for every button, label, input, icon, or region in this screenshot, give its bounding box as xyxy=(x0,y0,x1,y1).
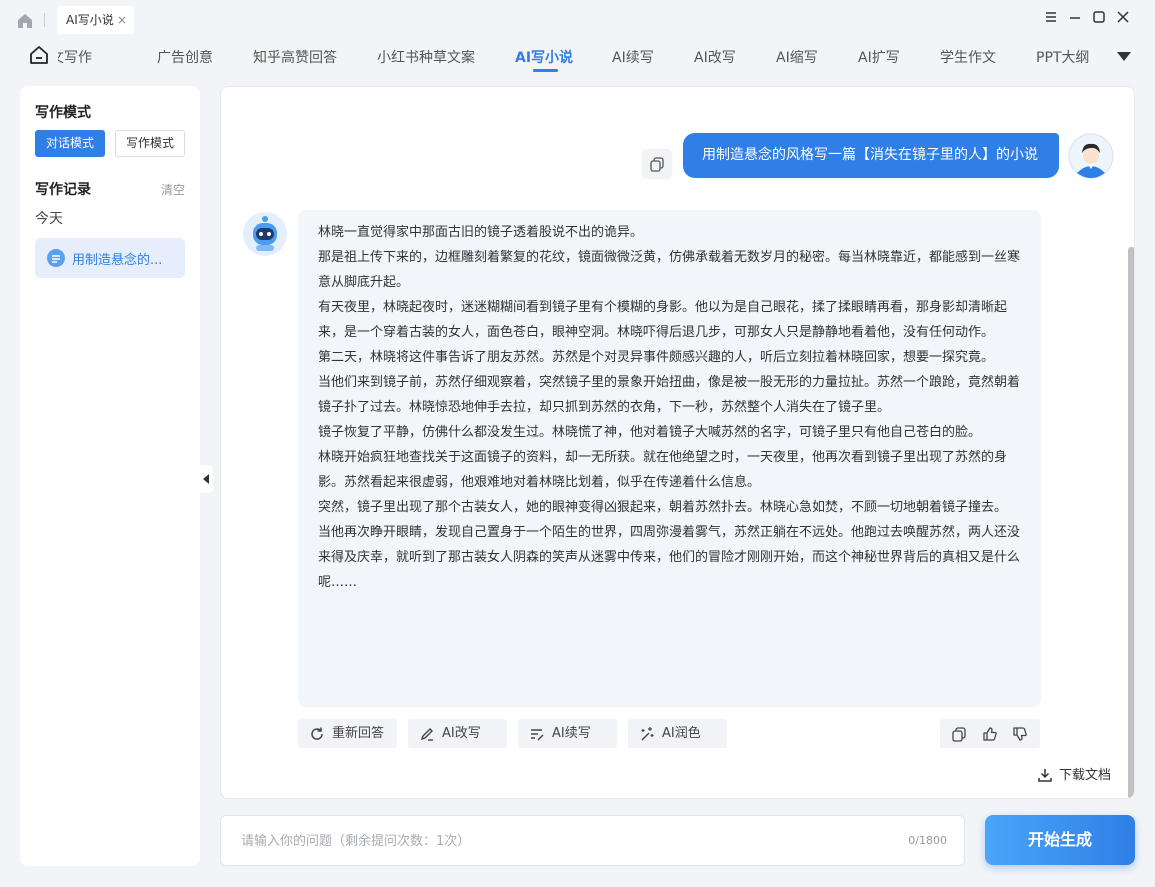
menu-icon[interactable] xyxy=(1043,9,1059,25)
nav-item-ad[interactable]: 广告创意 xyxy=(157,47,213,67)
ai-polish-button[interactable]: AI润色 xyxy=(628,719,727,748)
user-message: 用制造悬念的风格写一篇【消失在镜子里的人】的小说 xyxy=(683,133,1059,178)
history-title: 写作记录 xyxy=(35,182,91,198)
minimize-icon[interactable] xyxy=(1067,9,1083,25)
nav-item-ppt[interactable]: PPT大纲 xyxy=(1036,47,1089,67)
sparkle-wand-icon xyxy=(641,727,654,741)
clear-history-button[interactable]: 清空 xyxy=(161,181,185,198)
home-icon[interactable] xyxy=(15,11,35,31)
continue-write-icon xyxy=(531,729,544,741)
nav-item-ai-novel[interactable]: AI写小说 xyxy=(515,47,573,67)
tab-title: AI写小说 xyxy=(66,13,114,27)
bot-paragraph: 镜子恢复了平静，仿佛什么都没发生过。林晓慌了神，他对着镜子大喊苏然的名字，可镜子… xyxy=(318,425,982,440)
close-icon[interactable] xyxy=(1115,9,1131,25)
nav-item-ai-rewrite[interactable]: AI改写 xyxy=(694,47,736,67)
chat-panel: 用制造悬念的风格写一篇【消失在镜子里的人】的小说 林晓一直觉得家中那面古旧的镜子… xyxy=(220,86,1135,799)
category-items: 论文写作 广告创意 知乎高赞回答 小红书种草文案 AI写小说 AI续写 AI改写… xyxy=(58,40,1093,74)
nav-active-indicator xyxy=(533,69,558,72)
ai-continue-button[interactable]: AI续写 xyxy=(518,719,617,748)
nav-item-essay[interactable]: 学生作文 xyxy=(940,47,996,67)
nav-item-paper[interactable]: 论文写作 xyxy=(58,47,92,67)
bot-avatar xyxy=(243,212,287,256)
mode-title: 写作模式 xyxy=(35,105,91,121)
download-label: 下载文档 xyxy=(1059,768,1112,783)
bot-paragraph: 那是祖上传下来的，边框雕刻着繁复的花纹，镜面微微泛黄，仿佛承载着无数岁月的秘密。… xyxy=(318,250,1021,290)
edit-pen-icon xyxy=(420,728,433,741)
category-nav: 论文写作 广告创意 知乎高赞回答 小红书种草文案 AI写小说 AI续写 AI改写… xyxy=(0,40,1155,74)
chat-mode-button[interactable]: 对话模式 xyxy=(35,130,105,157)
thumbs-down-icon[interactable] xyxy=(1012,726,1028,742)
bot-message: 林晓一直觉得家中那面古旧的镜子透着股说不出的诡异。 那是祖上传下来的，边框雕刻着… xyxy=(298,210,1041,707)
regenerate-button[interactable]: 重新回答 xyxy=(298,719,397,748)
history-item-label: 用制造悬念的... xyxy=(72,253,163,268)
bot-paragraph: 突然，镜子里出现了那个古装女人，她的眼神变得凶狠起来，朝着苏然扑去。林晓心急如焚… xyxy=(318,500,1008,515)
nav-item-ai-shorten[interactable]: AI缩写 xyxy=(776,47,818,67)
refresh-icon xyxy=(311,727,323,740)
copy-icon[interactable] xyxy=(951,726,967,742)
title-separator xyxy=(44,13,45,27)
sidebar-collapse-handle[interactable] xyxy=(199,465,213,493)
title-bar: AI写小说 × xyxy=(0,0,1155,40)
bot-paragraph: 林晓一直觉得家中那面古旧的镜子透着股说不出的诡异。 xyxy=(318,225,644,240)
nav-item-xiaohongshu[interactable]: 小红书种草文案 xyxy=(377,47,475,67)
chat-record-icon xyxy=(47,249,65,267)
chevron-down-icon[interactable] xyxy=(1117,52,1131,61)
chevron-left-icon xyxy=(203,474,209,484)
copy-user-message-button[interactable] xyxy=(642,149,672,179)
question-input-box: 0/1800 xyxy=(220,815,965,866)
char-count: 0/1800 xyxy=(908,834,947,847)
copy-icon xyxy=(650,157,664,172)
bot-paragraph: 当他们来到镜子前，苏然仔细观察着，突然镜子里的景象开始扭曲，像是被一股无形的力量… xyxy=(318,375,1021,415)
user-avatar xyxy=(1068,133,1114,179)
ai-rewrite-label: AI改写 xyxy=(442,726,481,741)
ai-polish-label: AI润色 xyxy=(662,726,701,741)
question-input[interactable] xyxy=(241,830,881,852)
thumbs-up-icon[interactable] xyxy=(982,726,998,742)
tab-close-icon[interactable]: × xyxy=(117,6,127,34)
chat-scrollbar[interactable] xyxy=(1128,247,1134,798)
bot-paragraph: 第二天，林晓将这件事告诉了朋友苏然。苏然是个对灵异事件颇感兴趣的人，听后立刻拉着… xyxy=(318,350,995,365)
feedback-group xyxy=(940,719,1040,748)
nav-item-zhihu[interactable]: 知乎高赞回答 xyxy=(253,47,337,67)
history-group-today: 今天 xyxy=(35,211,63,227)
ai-continue-label: AI续写 xyxy=(552,726,591,741)
nav-item-ai-expand[interactable]: AI扩写 xyxy=(858,47,900,67)
history-item[interactable]: 用制造悬念的... xyxy=(35,238,185,278)
generate-button[interactable]: 开始生成 xyxy=(985,815,1135,865)
write-mode-button[interactable]: 写作模式 xyxy=(115,130,185,157)
sidebar: 写作模式 对话模式 写作模式 写作记录 清空 今天 用制造悬念的... xyxy=(20,86,200,866)
bot-paragraph: 有天夜里，林晓起夜时，迷迷糊糊间看到镜子里有个模糊的身影。他以为是自己眼花，揉了… xyxy=(318,300,1008,340)
bot-paragraph: 林晓开始疯狂地查找关于这面镜子的资料，却一无所获。就在他绝望之时，一天夜里，他再… xyxy=(318,450,1008,490)
tab-ai-novel[interactable]: AI写小说 × xyxy=(57,6,134,34)
regenerate-label: 重新回答 xyxy=(332,726,385,741)
ai-rewrite-button[interactable]: AI改写 xyxy=(408,719,507,748)
download-icon xyxy=(1038,769,1052,782)
maximize-icon[interactable] xyxy=(1091,9,1107,25)
nav-item-ai-continue[interactable]: AI续写 xyxy=(612,47,654,67)
home-outline-icon[interactable] xyxy=(28,44,50,66)
bot-paragraph: 当他再次睁开眼睛，发现自己置身于一个陌生的世界，四周弥漫着雾气，苏然正躺在不远处… xyxy=(318,525,1021,590)
